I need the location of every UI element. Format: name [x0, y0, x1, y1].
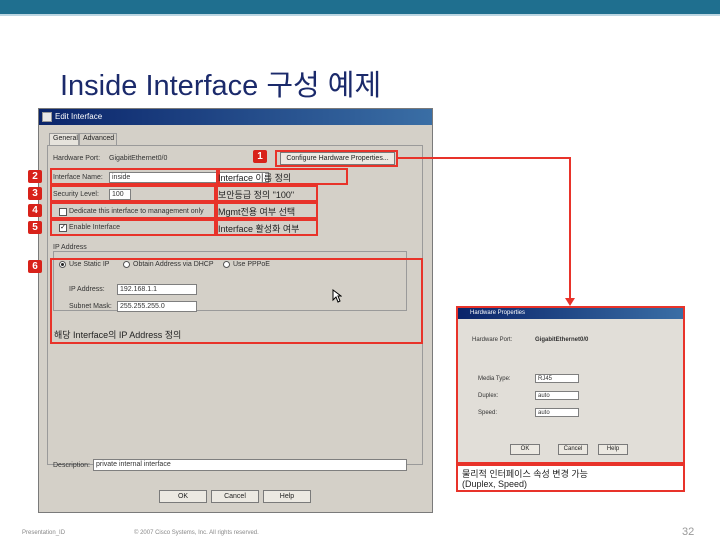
media-type-label: Media Type: — [478, 376, 511, 382]
duplex-label: Duplex: — [478, 393, 499, 399]
speed-select[interactable]: auto — [535, 408, 579, 417]
hw-dialog-title-bar: Hardware Properties — [458, 308, 683, 319]
speed-label: Speed: — [478, 410, 498, 416]
hardware-properties-dialog: Hardware Properties Hardware Port: Gigab… — [456, 306, 685, 464]
note-hw-line2: (Duplex, Speed) — [462, 479, 528, 489]
hw-dialog-title: Hardware Properties — [470, 310, 526, 316]
footer-copyright: © 2007 Cisco Systems, Inc. All rights re… — [134, 530, 259, 536]
duplex-select[interactable]: auto — [535, 391, 579, 400]
footer-presentation-id: Presentation_ID — [22, 530, 66, 536]
hw-port-label: Hardware Port: — [472, 337, 513, 343]
hw-ok-button[interactable]: OK — [510, 444, 540, 455]
media-type-select[interactable]: RJ45 — [535, 374, 579, 383]
hw-port-value: GigabitEthernet0/0 — [535, 337, 589, 343]
hw-cancel-button[interactable]: Cancel — [558, 444, 588, 455]
hw-help-button[interactable]: Help — [598, 444, 628, 455]
page-number: 32 — [682, 526, 695, 538]
